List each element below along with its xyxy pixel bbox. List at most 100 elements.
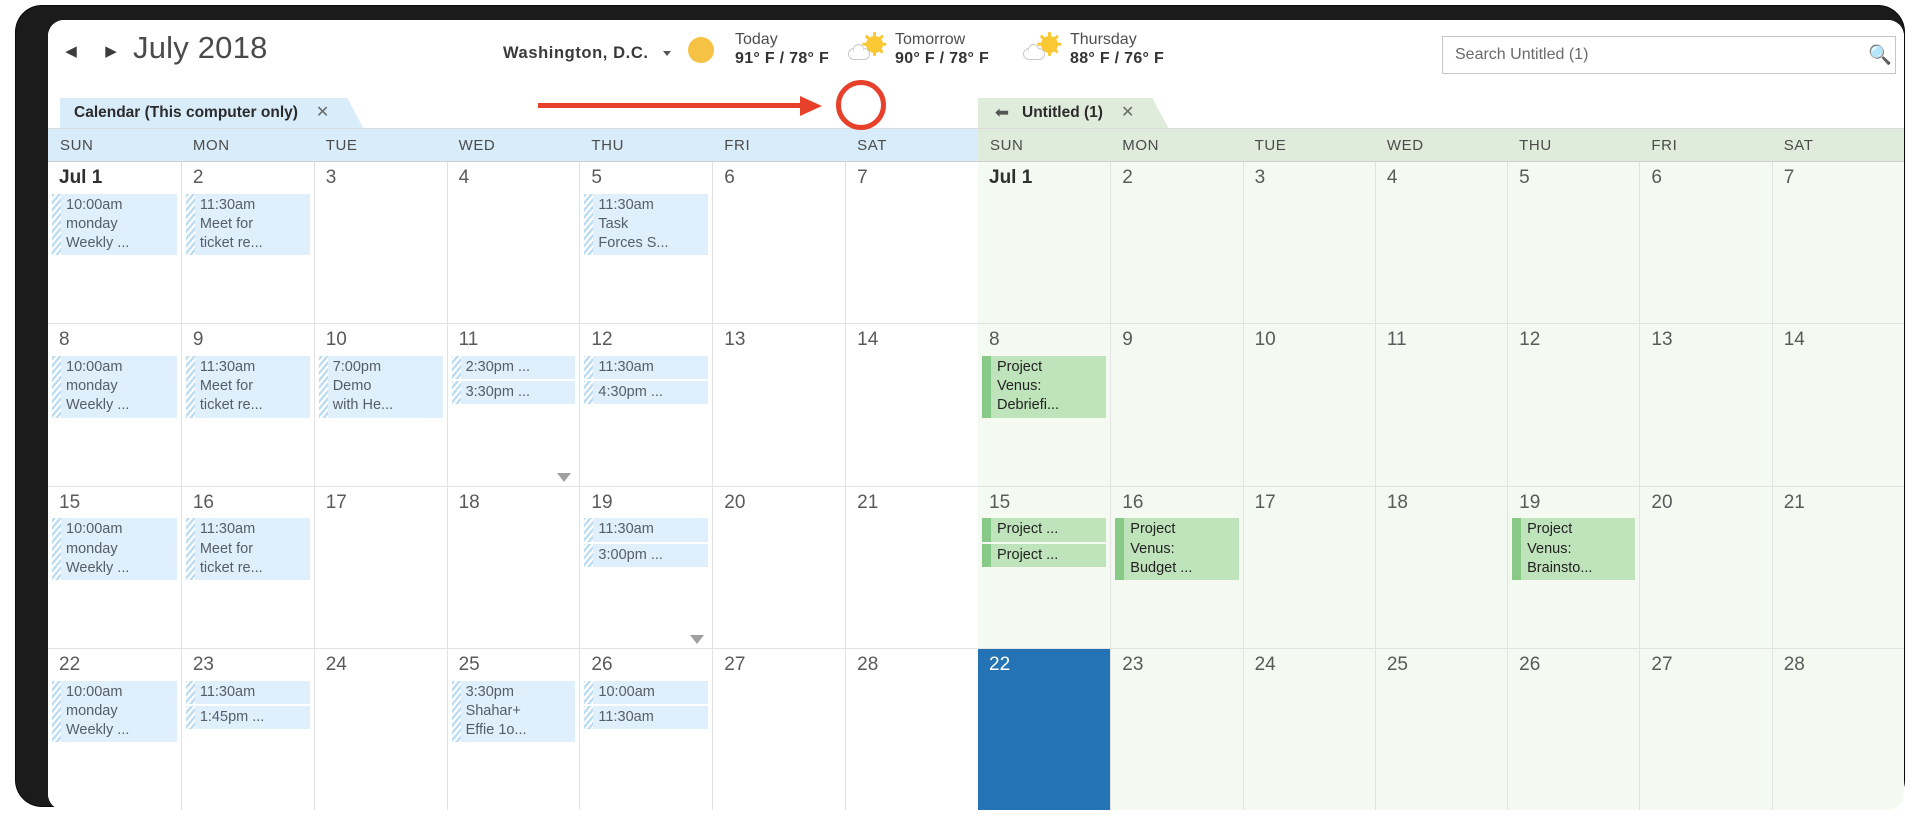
calendar-event[interactable]: 3:30pm ... <box>451 381 576 405</box>
day-cell[interactable]: 2 11:30am Meet for ticket re... <box>180 162 314 324</box>
more-events-chevron-down-icon[interactable] <box>557 472 572 482</box>
day-cell[interactable]: 15 Project ... Project ... <box>978 486 1111 648</box>
calendar-event[interactable]: Project ... <box>982 518 1107 542</box>
calendar-event[interactable]: 10:00am monday Weekly ... <box>52 518 177 580</box>
calendar-event[interactable]: Project Venus: Budget ... <box>1115 518 1239 580</box>
day-cell[interactable]: 11 <box>1374 324 1508 486</box>
day-cell[interactable]: 2 <box>1110 162 1243 324</box>
calendar-event[interactable]: 2:30pm ... <box>451 356 576 380</box>
calendar-event[interactable]: 11:30am <box>584 705 709 729</box>
previous-month-icon[interactable]: ◀ <box>62 42 80 60</box>
day-cell[interactable]: 18 <box>1374 486 1508 648</box>
calendar-event[interactable]: 11:30am <box>185 680 310 704</box>
day-cell[interactable]: 9 11:30am Meet for ticket re... <box>180 324 314 486</box>
calendar-event[interactable]: Project ... <box>982 543 1107 567</box>
day-cell[interactable]: 23 <box>1110 648 1243 810</box>
day-cell[interactable]: 24 <box>313 648 447 810</box>
day-cell[interactable]: 7 <box>845 162 978 324</box>
day-cell[interactable]: 14 <box>845 324 978 486</box>
calendar-event[interactable]: 3:30pm Shahar+ Effie 1o... <box>451 680 576 743</box>
day-cell[interactable]: 19 11:30am 3:00pm ... <box>579 486 713 648</box>
day-cell[interactable]: 14 <box>1771 324 1904 486</box>
calendar-event[interactable]: 11:30am Meet for ticket re... <box>185 193 310 256</box>
day-cell[interactable]: 21 <box>845 486 978 648</box>
next-month-icon[interactable]: ▶ <box>102 42 120 60</box>
day-cell[interactable]: 3 <box>1242 162 1375 324</box>
day-cell[interactable]: 19 Project Venus: Brainsto... <box>1507 486 1640 648</box>
day-cell[interactable]: 5 11:30am Task Forces S... <box>579 162 713 324</box>
day-cell[interactable]: 22 10:00am monday Weekly ... <box>48 648 181 810</box>
calendar-event[interactable]: 11:30am Task Forces S... <box>584 193 709 256</box>
day-cell[interactable]: 25 <box>1374 648 1508 810</box>
calendar-event[interactable]: 11:30am Meet for ticket re... <box>185 356 310 418</box>
day-cell[interactable]: 15 10:00am monday Weekly ... <box>48 486 181 648</box>
day-cell[interactable]: 10 7:00pm Demo with He... <box>313 324 447 486</box>
calendar-event[interactable]: 3:00pm ... <box>584 543 709 567</box>
day-cell[interactable]: 27 <box>712 648 846 810</box>
day-cell[interactable]: 3 <box>313 162 447 324</box>
day-cell[interactable]: 18 <box>446 486 580 648</box>
day-cell[interactable]: 17 <box>313 486 447 648</box>
day-cell[interactable]: 28 <box>845 648 978 810</box>
day-cell[interactable]: 4 <box>446 162 580 324</box>
calendar-event[interactable]: 7:00pm Demo with He... <box>318 356 443 418</box>
day-cell[interactable]: 26 10:00am 11:30am <box>579 648 713 810</box>
calendar-event[interactable]: 10:00am monday Weekly ... <box>52 356 177 418</box>
search-icon[interactable]: 🔍 <box>1865 37 1895 73</box>
day-cell[interactable]: 26 <box>1507 648 1640 810</box>
calendar-event[interactable]: 11:30am <box>584 518 709 542</box>
day-number: 13 <box>1651 329 1673 351</box>
day-cell[interactable]: 7 <box>1771 162 1904 324</box>
day-cell[interactable]: 16 11:30am Meet for ticket re... <box>180 486 314 648</box>
close-icon[interactable]: ✕ <box>1121 105 1134 121</box>
calendar-event[interactable]: 10:00am monday Weekly ... <box>52 193 177 256</box>
day-cell[interactable]: 4 <box>1374 162 1508 324</box>
calendar-event[interactable]: Project Venus: Brainsto... <box>1512 518 1636 580</box>
tab-label: Untitled (1) <box>1022 104 1103 121</box>
day-cell[interactable]: 23 11:30am 1:45pm ... <box>180 648 314 810</box>
day-cell[interactable]: 22 <box>978 648 1111 810</box>
tab-untitled-1[interactable]: ⬅ Untitled (1) ✕ <box>978 98 1168 128</box>
tab-calendar-this-computer-only[interactable]: Calendar (This computer only) ✕ <box>60 98 363 128</box>
day-cell[interactable]: 6 <box>712 162 846 324</box>
calendar-event[interactable]: 10:00am <box>584 680 709 704</box>
day-cell[interactable]: 21 <box>1771 486 1904 648</box>
day-cell[interactable]: 10 <box>1242 324 1375 486</box>
week-row: Jul 1 2 3 4 5 6 7 <box>978 161 1904 324</box>
day-cell[interactable]: 25 3:30pm Shahar+ Effie 1o... <box>446 648 580 810</box>
day-cell[interactable]: 8 10:00am monday Weekly ... <box>48 324 181 486</box>
search-input[interactable] <box>1443 37 1865 73</box>
close-icon[interactable]: ✕ <box>316 105 329 121</box>
day-cell[interactable]: Jul 1 10:00am monday Weekly ... <box>48 162 181 324</box>
location-selector[interactable]: Washington, D.C. <box>503 44 671 63</box>
day-cell[interactable]: Jul 1 <box>978 162 1111 324</box>
day-cell[interactable]: 28 <box>1771 648 1904 810</box>
day-cell[interactable]: 9 <box>1110 324 1243 486</box>
day-cell[interactable]: 17 <box>1242 486 1375 648</box>
back-arrow-icon[interactable]: ⬅ <box>992 103 1012 123</box>
day-cell[interactable]: 6 <box>1639 162 1772 324</box>
day-cell[interactable]: 5 <box>1507 162 1640 324</box>
day-cell[interactable]: 13 <box>712 324 846 486</box>
calendar-event[interactable]: 10:00am monday Weekly ... <box>52 680 177 743</box>
calendar-event[interactable]: 11:30am <box>584 356 709 380</box>
day-of-week-tue: TUE <box>325 136 358 154</box>
day-cell[interactable]: 13 <box>1639 324 1772 486</box>
day-cell[interactable]: 12 <box>1507 324 1640 486</box>
calendar-event[interactable]: 11:30am Meet for ticket re... <box>185 518 310 580</box>
day-cell[interactable]: 16 Project Venus: Budget ... <box>1110 486 1243 648</box>
day-cell[interactable]: 27 <box>1639 648 1772 810</box>
calendar-event[interactable]: 4:30pm ... <box>584 381 709 405</box>
calendar-event[interactable]: Project Venus: Debriefi... <box>982 356 1107 418</box>
day-number: 22 <box>989 653 1011 675</box>
day-cell[interactable]: 12 11:30am 4:30pm ... <box>579 324 713 486</box>
day-cell[interactable]: 11 2:30pm ... 3:30pm ... <box>446 324 580 486</box>
day-cell[interactable]: 24 <box>1242 648 1375 810</box>
day-cell[interactable]: 20 <box>712 486 846 648</box>
day-cell[interactable]: 8 Project Venus: Debriefi... <box>978 324 1111 486</box>
day-cell[interactable]: 20 <box>1639 486 1772 648</box>
day-number: Jul 1 <box>59 167 103 188</box>
calendar-event[interactable]: 1:45pm ... <box>185 705 310 729</box>
more-events-chevron-down-icon[interactable] <box>690 634 705 644</box>
search-box[interactable]: 🔍 <box>1442 36 1896 74</box>
